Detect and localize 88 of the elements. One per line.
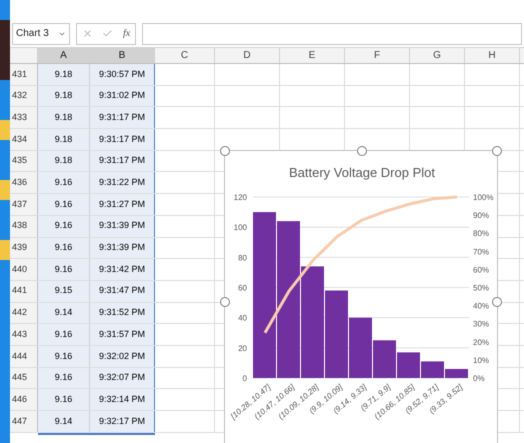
column-header[interactable]: B — [90, 48, 155, 63]
row-header[interactable]: 444 — [10, 346, 38, 367]
table-cell: 9.16 — [38, 324, 90, 345]
axis-tick-label: 10% — [473, 356, 490, 365]
column-header[interactable]: A — [38, 48, 90, 63]
table-cell: 9:31:57 PM — [90, 324, 155, 345]
check-icon[interactable] — [102, 28, 114, 39]
table-cell: 9:32:07 PM — [90, 368, 155, 388]
row-header[interactable]: 440 — [10, 259, 38, 280]
table-cell: 9.16 — [38, 389, 90, 410]
axis-tick-label: 30% — [473, 320, 490, 329]
resize-handle[interactable] — [220, 146, 230, 156]
resize-handle[interactable] — [220, 297, 230, 307]
table-cell: 9.18 — [38, 150, 90, 172]
table-cell: 9.16 — [38, 259, 90, 280]
name-box-text: Chart 3 — [16, 27, 49, 41]
table-cell: 9:31:17 PM — [90, 107, 155, 128]
axis-tick-label: 80% — [473, 229, 490, 238]
resize-handle[interactable] — [357, 146, 367, 156]
axis-tick-label: 120 — [234, 193, 247, 202]
table-cell: 9:31:42 PM — [90, 259, 155, 280]
row-header[interactable]: 443 — [10, 324, 38, 345]
row-header[interactable]: 441 — [10, 280, 38, 302]
table-cell: 9:31:47 PM — [90, 280, 155, 302]
resize-handle[interactable] — [492, 146, 502, 156]
table-cell: 9.16 — [38, 194, 90, 215]
axis-tick-label: 40 — [238, 314, 247, 323]
table-cell: 9.16 — [38, 238, 90, 258]
axis-tick-label: 0% — [473, 374, 485, 383]
table-cell: 9:30:57 PM — [90, 64, 155, 85]
table-cell: 9:31:39 PM — [90, 216, 155, 236]
table-cell: 9.14 — [38, 411, 90, 432]
table-cell: 9:32:17 PM — [90, 411, 155, 432]
axis-tick-label: 80 — [238, 253, 247, 262]
row-header[interactable]: 446 — [10, 389, 38, 410]
column-header[interactable]: D — [215, 48, 280, 63]
insert-function-button[interactable]: fx — [122, 26, 130, 41]
row-header[interactable]: 437 — [10, 194, 38, 215]
table-cell: 9:32:02 PM — [90, 346, 155, 367]
column-header[interactable]: G — [410, 48, 465, 63]
table-cell: 9.16 — [38, 368, 90, 388]
row-header[interactable]: 434 — [10, 129, 38, 150]
column-header[interactable]: H — [465, 48, 520, 63]
table-cell: 9.18 — [38, 86, 90, 106]
axis-tick-label: 100% — [473, 193, 494, 202]
resize-handle[interactable] — [492, 297, 502, 307]
axis-tick-label: 0 — [242, 374, 247, 383]
axis-tick-label: 90% — [473, 211, 490, 220]
axis-tick-label: 70% — [473, 247, 490, 256]
table-cell: 9:31:17 PM — [90, 150, 155, 172]
row-header[interactable]: 445 — [10, 368, 38, 388]
table-cell: 9.15 — [38, 280, 90, 302]
row-header[interactable]: 438 — [10, 216, 38, 236]
table-cell: 9:31:17 PM — [90, 129, 155, 150]
table-cell: 9:31:52 PM — [90, 302, 155, 324]
axis-tick-label: 60 — [238, 284, 247, 292]
table-cell: 9:31:02 PM — [90, 86, 155, 106]
axis-tick-label: 50% — [473, 284, 490, 292]
axis-tick-label: 20% — [473, 338, 490, 347]
table-cell: 9:32:14 PM — [90, 389, 155, 410]
axis-tick-label: 60% — [473, 265, 490, 274]
table-cell: 9.14 — [38, 302, 90, 324]
row-header[interactable]: 433 — [10, 107, 38, 128]
table-cell: 9.18 — [38, 129, 90, 150]
column-header[interactable]: F — [345, 48, 410, 63]
row-header[interactable]: 447 — [10, 411, 38, 432]
table-cell: 9:31:22 PM — [90, 172, 155, 194]
row-header[interactable]: 432 — [10, 86, 38, 106]
row-header[interactable]: 436 — [10, 172, 38, 194]
table-cell: 9:31:27 PM — [90, 194, 155, 215]
row-header[interactable]: 435 — [10, 150, 38, 172]
row-header[interactable]: 431 — [10, 64, 38, 85]
table-cell: 9.16 — [38, 346, 90, 367]
table-cell: 9:31:39 PM — [90, 238, 155, 258]
table-cell: 9.18 — [38, 64, 90, 85]
formula-input[interactable] — [142, 22, 522, 44]
axis-tick-label: 20 — [238, 344, 247, 353]
axis-tick-label: 100 — [234, 223, 247, 232]
row-header[interactable]: 439 — [10, 238, 38, 258]
table-cell: 9.16 — [38, 216, 90, 236]
axis-tick-label: 40% — [473, 302, 490, 311]
chart-title: Battery Voltage Drop Plot — [289, 165, 435, 180]
column-header[interactable]: C — [155, 48, 215, 63]
name-box[interactable]: Chart 3 — [12, 22, 70, 44]
row-header[interactable]: 442 — [10, 302, 38, 324]
column-header[interactable]: E — [280, 48, 345, 63]
table-cell: 9.16 — [38, 172, 90, 194]
table-cell: 9.18 — [38, 107, 90, 128]
